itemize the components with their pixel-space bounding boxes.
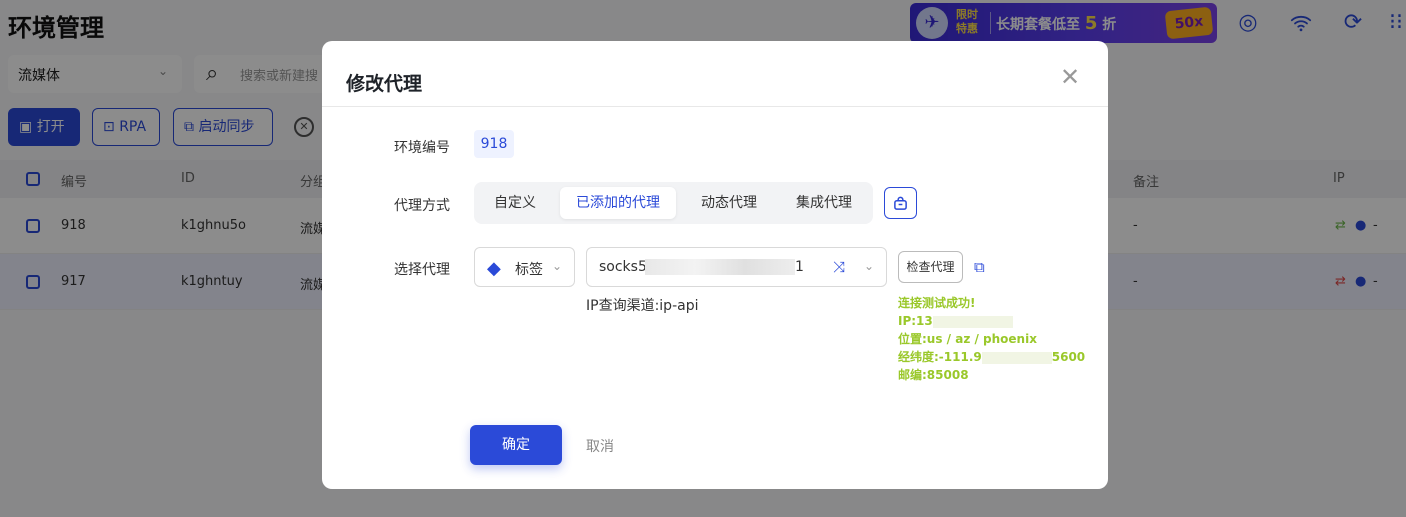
result-zipcode: 邮编:85008 (898, 368, 969, 382)
proxy-shop-button[interactable] (884, 187, 917, 219)
modal-header: 修改代理 ✕ (322, 41, 1108, 107)
result-coords-redacted (981, 351, 1052, 364)
result-ip-redacted (932, 315, 1013, 328)
tab-added-proxy[interactable]: 已添加的代理 (560, 187, 676, 219)
check-proxy-button[interactable]: 检查代理 (898, 251, 963, 283)
tab-custom[interactable]: 自定义 (482, 187, 548, 219)
result-success: 连接测试成功! (898, 296, 976, 310)
result-coords-prefix: 经纬度:-111.9 (898, 350, 982, 364)
env-id-label: 环境编号 (394, 140, 450, 156)
tab-integrated-proxy[interactable]: 集成代理 (780, 187, 868, 219)
result-location: 位置:us / az / phoenix (898, 332, 1037, 346)
proxy-mode-segmented: 自定义 已添加的代理 动态代理 集成代理 (474, 182, 873, 224)
modal-title: 修改代理 (346, 73, 423, 95)
env-id-value: 918 (474, 130, 514, 158)
confirm-button[interactable]: 确定 (470, 425, 562, 465)
proxy-value-prefix: socks5: (599, 259, 652, 275)
proxy-select[interactable]: socks5: 1 ⤨ ⌄ (586, 247, 887, 287)
chevron-down-icon: ⌄ (551, 259, 562, 273)
result-ip: IP:13 (898, 312, 1085, 330)
bag-icon (894, 196, 907, 210)
result-coordinates: 经纬度:-111.9 5600 (898, 348, 1085, 366)
cancel-button[interactable]: 取消 (586, 436, 614, 456)
shuffle-icon[interactable]: ⤨ (833, 258, 845, 276)
proxy-value-suffix: 1 (795, 259, 804, 275)
proxy-test-result: 连接测试成功! IP:13 位置:us / az / phoenix 经纬度:-… (898, 294, 1085, 384)
tag-select[interactable]: ◆ 标签 ⌄ (474, 247, 575, 287)
close-icon[interactable]: ✕ (1058, 65, 1082, 89)
tag-icon: ◆ (487, 258, 501, 279)
result-ip-prefix: IP:13 (898, 314, 933, 328)
select-proxy-label: 选择代理 (394, 262, 450, 278)
tab-dynamic-proxy[interactable]: 动态代理 (686, 187, 772, 219)
copy-icon[interactable]: ⧉ (974, 258, 985, 276)
chevron-down-icon: ⌄ (863, 259, 874, 273)
edit-proxy-modal: 修改代理 ✕ 环境编号 918 代理方式 自定义 已添加的代理 动态代理 集成代… (322, 41, 1108, 489)
tag-select-value: 标签 (515, 262, 543, 278)
ip-query-channel: IP查询渠道:ip-api (586, 298, 699, 314)
result-coords-suffix: 5600 (1051, 350, 1086, 364)
proxy-mode-label: 代理方式 (394, 198, 450, 214)
proxy-value-redacted (645, 259, 795, 275)
